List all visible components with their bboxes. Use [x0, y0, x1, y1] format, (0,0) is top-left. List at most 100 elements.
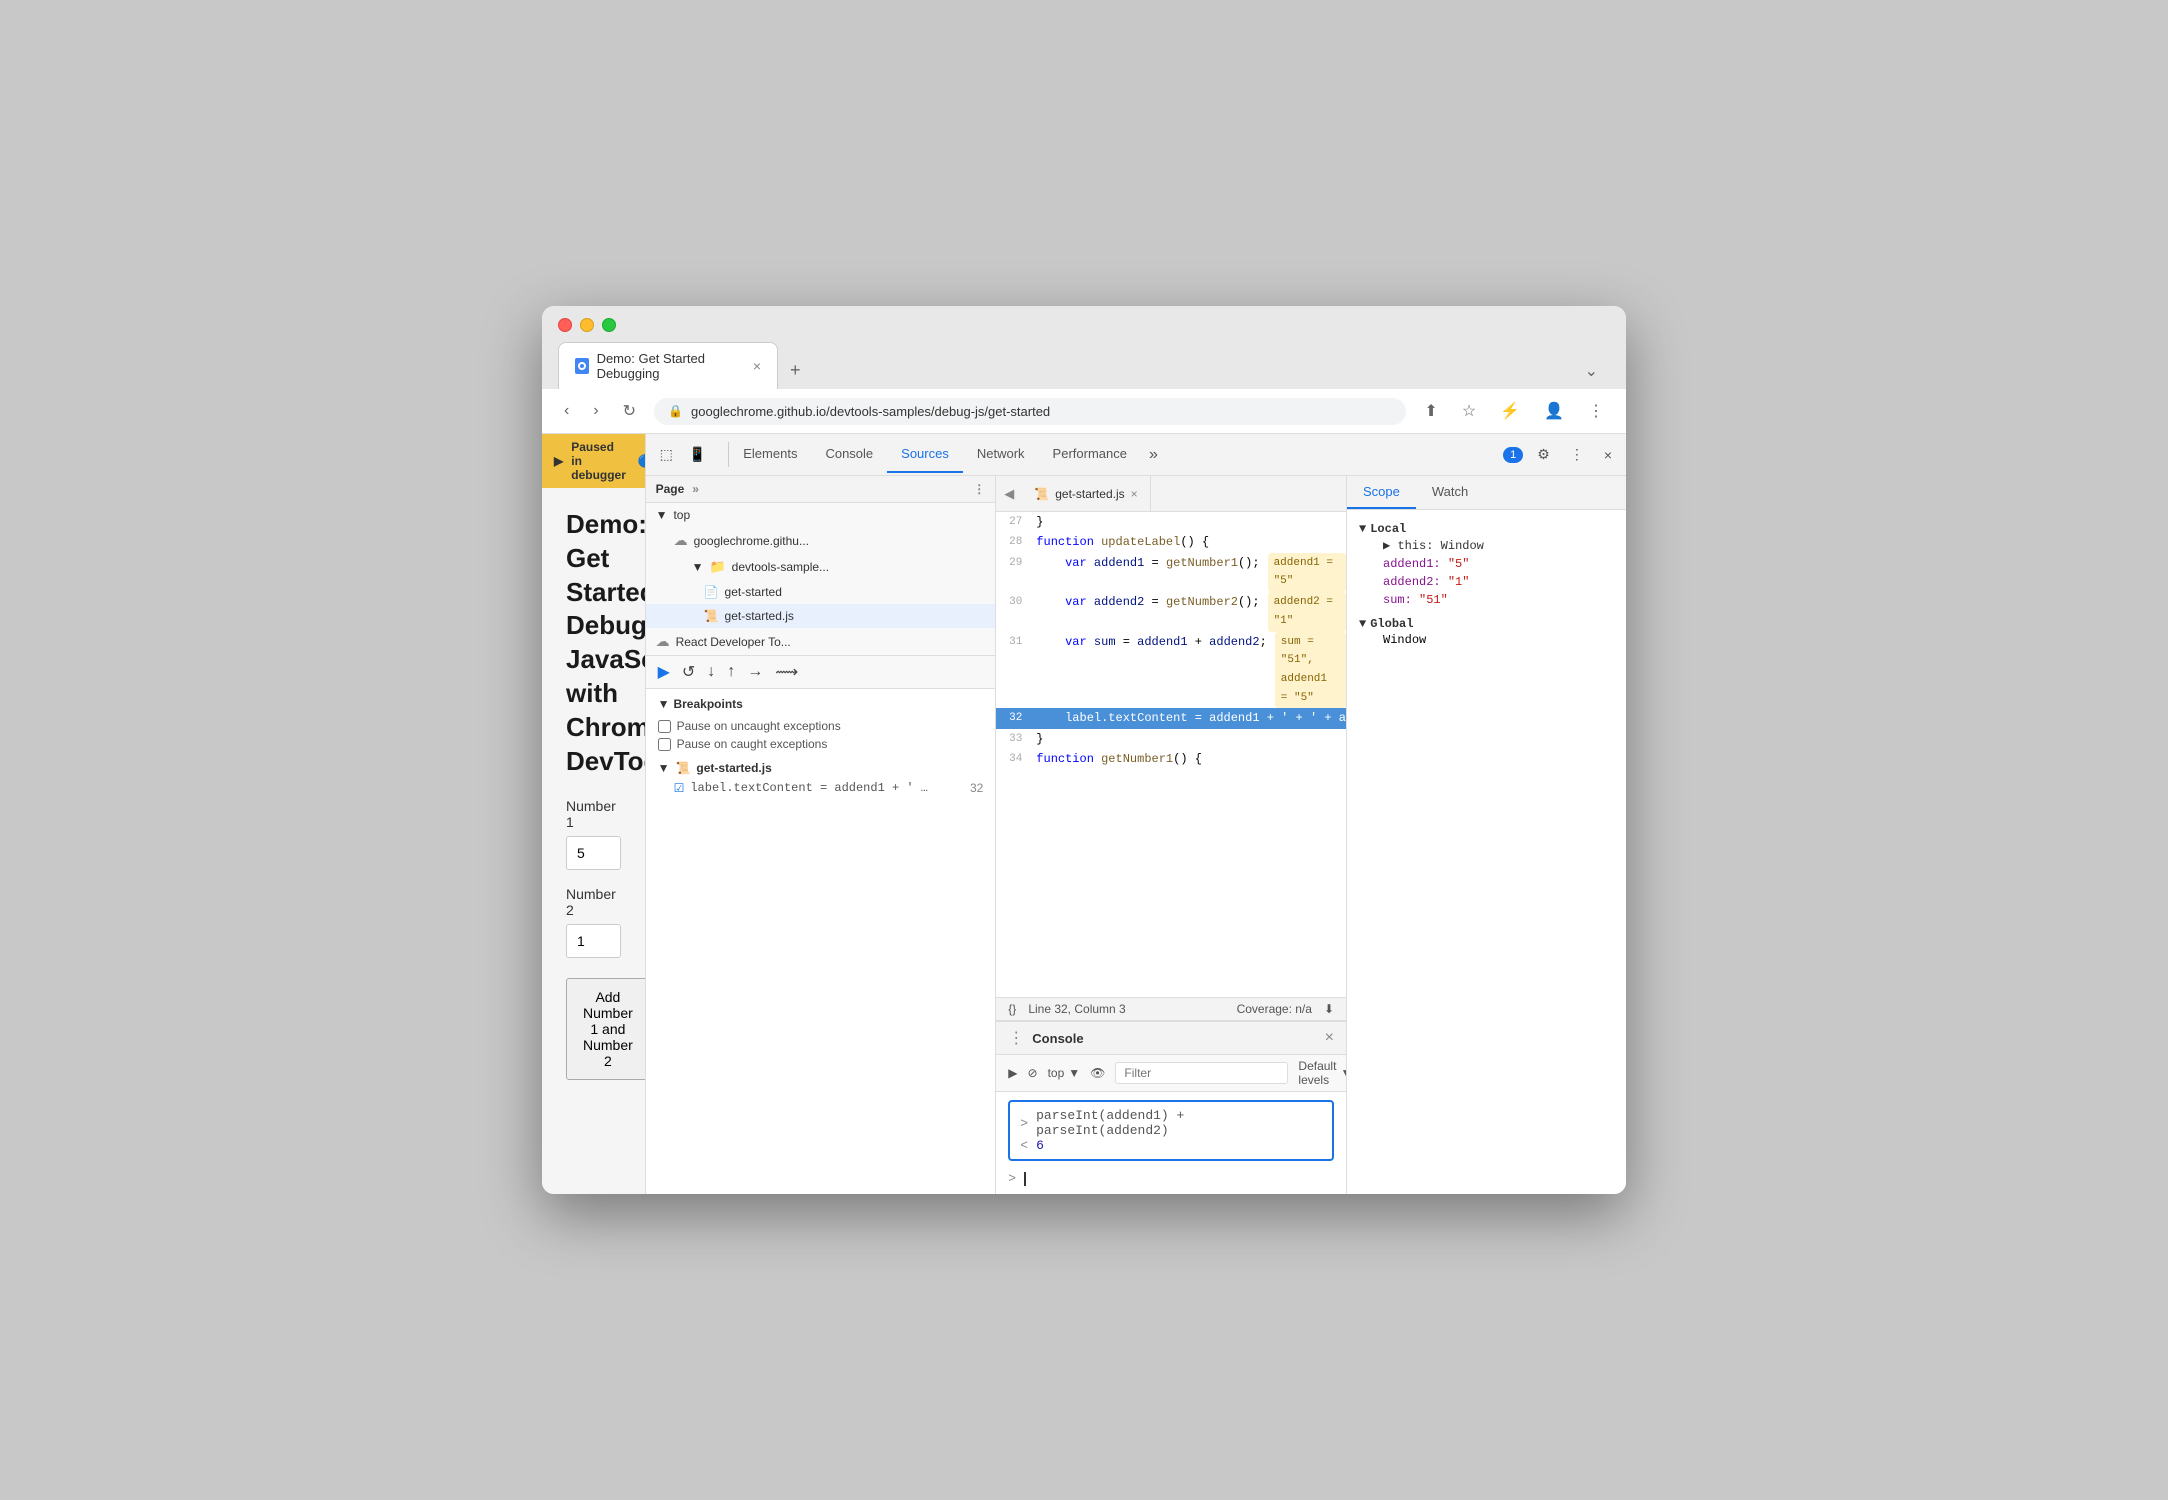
local-scope-header[interactable]: ▼ Local	[1359, 522, 1614, 536]
file-label-devtools: devtools-sample...	[732, 560, 829, 574]
file-tree-item-top[interactable]: ▼ top	[646, 503, 996, 527]
step-button[interactable]: →	[747, 663, 763, 681]
pause-caught-item: Pause on caught exceptions	[658, 735, 984, 753]
console-filter-input[interactable]	[1115, 1062, 1288, 1084]
tab-console[interactable]: Console	[811, 436, 887, 473]
resume-button[interactable]: ▶	[658, 662, 670, 682]
inline-val-sum: sum = "51", addend1 = "5"	[1275, 632, 1346, 709]
settings-button[interactable]: ⚙	[1531, 442, 1556, 467]
tab-watch[interactable]: Watch	[1416, 476, 1484, 509]
default-levels-selector[interactable]: Default levels ▼	[1298, 1059, 1346, 1087]
step-out-button[interactable]: ↑	[727, 663, 735, 681]
tab-performance[interactable]: Performance	[1039, 436, 1141, 473]
prev-file-button[interactable]: ◀	[1004, 486, 1022, 502]
clear-console-button[interactable]: ⊘	[1028, 1066, 1038, 1080]
file-tree-header: Page » ⋮	[646, 476, 996, 503]
scope-sum-key: sum:	[1383, 593, 1419, 607]
code-editor: ◀ 📜 get-started.js × 27 }	[996, 476, 1346, 1194]
code-line-29: 29 var addend1 = getNumber1(); addend1 =…	[996, 553, 1346, 592]
bp-file-header[interactable]: ▼ 📜 get-started.js	[658, 761, 984, 775]
code-tab-close[interactable]: ×	[1131, 487, 1138, 501]
breakpoints-header[interactable]: ▼ Breakpoints	[658, 697, 984, 711]
eye-icon[interactable]: 👁	[1090, 1066, 1105, 1080]
file-tree: ▼ top ☁ googlechrome.githu... ▼ �	[646, 503, 996, 655]
run-script-button[interactable]: ▶	[1008, 1066, 1017, 1080]
console-toolbar: ▶ ⊘ top ▼ 👁 Default levels ▼	[996, 1055, 1346, 1092]
file-tree-item-react[interactable]: ☁ React Developer To...	[646, 628, 996, 655]
tab-scope[interactable]: Scope	[1347, 476, 1416, 509]
tab-list-button[interactable]: ⌄	[1573, 353, 1610, 389]
device-toolbar-button[interactable]: 📱	[683, 442, 712, 467]
file-tree-item-googlechrome[interactable]: ☁ googlechrome.githu...	[646, 527, 996, 554]
tab-network[interactable]: Network	[963, 436, 1039, 473]
profile-button[interactable]: 👤	[1538, 397, 1570, 425]
number2-input[interactable]	[566, 924, 621, 958]
global-scope-header[interactable]: ▼ Global	[1359, 617, 1614, 631]
console-header: ⋮ Console ×	[996, 1022, 1346, 1055]
issues-badge[interactable]: 1	[1503, 447, 1523, 463]
code-line-34: 34 function getNumber1() {	[996, 749, 1346, 769]
tab-close-button[interactable]: ×	[753, 358, 761, 374]
deactivate-breakpoints-button[interactable]: ⟿	[775, 662, 798, 682]
tab-sources[interactable]: Sources	[887, 436, 963, 473]
scope-addend2: addend2: "1"	[1359, 573, 1614, 591]
console-input-line[interactable]: >	[1008, 1167, 1334, 1186]
forward-button[interactable]: ›	[587, 398, 604, 424]
console-title: Console	[1032, 1031, 1324, 1046]
console-input-prompt: >	[1008, 1171, 1016, 1186]
scope-global-section: ▼ Global Window	[1347, 613, 1626, 653]
browser-menu-button[interactable]: ⋮	[1582, 397, 1610, 425]
tab-elements[interactable]: Elements	[729, 436, 811, 473]
console-result-value: 6	[1036, 1138, 1044, 1153]
pause-caught-checkbox[interactable]	[658, 738, 671, 751]
devtools-panel: ⬚ 📱 Elements Console Sources Network	[646, 434, 1626, 1194]
close-console-button[interactable]: ×	[1325, 1029, 1334, 1047]
inspect-element-button[interactable]: ⬚	[654, 442, 679, 467]
file-tree-item-devtools-samples[interactable]: ▼ 📁 devtools-sample...	[646, 554, 996, 580]
number1-input[interactable]	[566, 836, 621, 870]
code-line-28: 28 function updateLabel() {	[996, 532, 1346, 552]
lock-icon: 🔒	[668, 404, 683, 418]
add-numbers-button[interactable]: Add Number 1 and Number 2	[566, 978, 646, 1080]
more-options-button[interactable]: ⋮	[1564, 442, 1590, 467]
webpage-panel: ▶ Paused in debugger 🔵 ⏸ Demo: Get Start…	[542, 434, 646, 1194]
nav-bar: ‹ › ↻ 🔒 googlechrome.github.io/devtools-…	[542, 389, 1626, 434]
bp-check-icon[interactable]: ☑	[674, 781, 685, 795]
scope-content: ▼ Local ▶ this: Window addend1: "5"	[1347, 510, 1626, 1194]
bp-js-icon: 📜	[675, 761, 690, 775]
more-tabs-button[interactable]: »	[1141, 446, 1166, 464]
js-file-icon: 📜	[704, 609, 719, 623]
browser-tab[interactable]: Demo: Get Started Debugging ×	[558, 342, 778, 389]
refresh-button[interactable]: ↻	[617, 397, 642, 425]
file-tree-item-get-started[interactable]: 📄 get-started	[646, 580, 996, 604]
pause-uncaught-checkbox[interactable]	[658, 720, 671, 733]
close-devtools-button[interactable]: ×	[1598, 443, 1618, 467]
file-tree-item-get-started-js[interactable]: 📜 get-started.js	[646, 604, 996, 628]
step-over-button[interactable]: ↺	[682, 662, 695, 682]
maximize-button[interactable]	[602, 318, 616, 332]
code-content: 27 } 28 function updateLabel() { 29 var …	[996, 512, 1346, 997]
share-button[interactable]: ⬆	[1418, 397, 1443, 425]
title-bar: Demo: Get Started Debugging × + ⌄	[542, 306, 1626, 389]
back-button[interactable]: ‹	[558, 398, 575, 424]
minimize-button[interactable]	[580, 318, 594, 332]
new-tab-button[interactable]: +	[778, 352, 813, 389]
code-line-31: 31 var sum = addend1 + addend2; sum = "5…	[996, 632, 1346, 709]
code-tab-get-started-js[interactable]: 📜 get-started.js ×	[1022, 476, 1150, 511]
console-command: > parseInt(addend1) + parseInt(addend2)	[1020, 1108, 1322, 1138]
address-text: googlechrome.github.io/devtools-samples/…	[691, 404, 1050, 419]
close-button[interactable]	[558, 318, 572, 332]
webpage-title: Demo: Get Started Debugging JavaScript w…	[566, 508, 621, 778]
file-label-get-started: get-started	[725, 585, 782, 599]
sidebar-more-button[interactable]: »	[692, 482, 699, 496]
top-context-selector[interactable]: top ▼	[1048, 1066, 1081, 1080]
file-label-top: top	[673, 508, 690, 522]
extension-button[interactable]: ⚡	[1494, 397, 1526, 425]
bp-file-collapse-icon: ▼	[658, 761, 670, 775]
step-into-button[interactable]: ↓	[707, 663, 715, 681]
webpage-content: Demo: Get Started Debugging JavaScript w…	[542, 488, 645, 1100]
tab-favicon	[575, 358, 589, 374]
address-bar[interactable]: 🔒 googlechrome.github.io/devtools-sample…	[654, 398, 1406, 425]
sidebar-menu-button[interactable]: ⋮	[973, 482, 985, 496]
bookmark-button[interactable]: ☆	[1456, 397, 1482, 425]
